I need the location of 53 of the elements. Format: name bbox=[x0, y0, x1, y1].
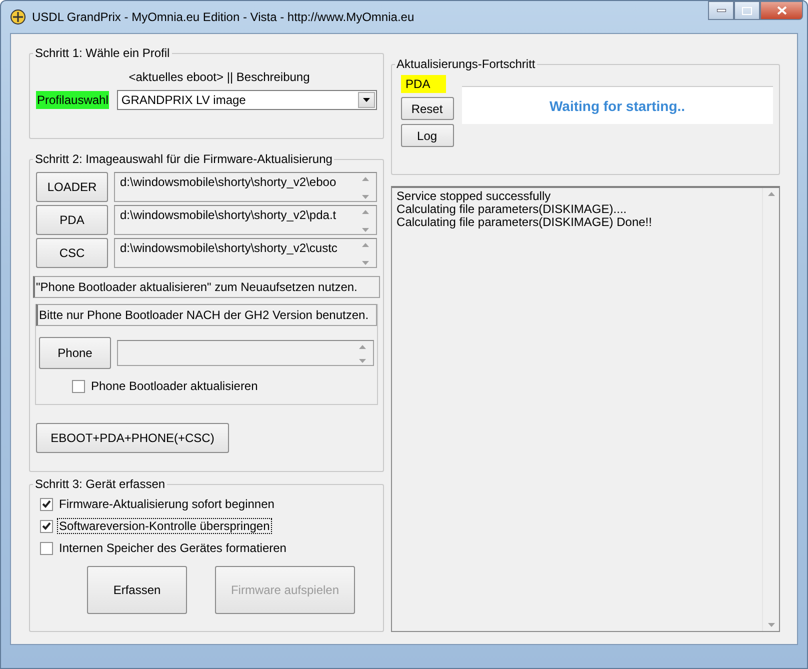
scroll-down-icon[interactable] bbox=[768, 623, 774, 627]
action-button[interactable]: Erfassen bbox=[87, 566, 187, 614]
flash-all-button[interactable]: EBOOT+PDA+PHONE(+CSC) bbox=[36, 423, 229, 453]
image-path-field[interactable]: d:\windowsmobile\shorty\shorty_v2\custc bbox=[114, 238, 377, 268]
scroll-up-icon[interactable] bbox=[768, 192, 774, 196]
scroll-down-icon[interactable] bbox=[362, 261, 369, 265]
minimize-icon bbox=[716, 9, 726, 12]
minimize-button[interactable] bbox=[708, 1, 734, 20]
image-select-button[interactable]: CSC bbox=[36, 238, 108, 268]
image-select-button[interactable]: PDA bbox=[36, 205, 108, 235]
scroll-down-icon[interactable] bbox=[362, 195, 369, 199]
checkbox[interactable] bbox=[40, 542, 53, 554]
group-title: Schritt 3: Gerät erfassen bbox=[34, 477, 166, 491]
group-title: Schritt 1: Wähle ein Profil bbox=[34, 46, 171, 60]
log-line: Calculating file parameters(DISKIMAGE) Done!! bbox=[396, 216, 652, 229]
log-line: Calculating file parameters(DISKIMAGE).... bbox=[396, 203, 627, 216]
status-display: Waiting for starting.. bbox=[462, 86, 773, 124]
log-line: Service stopped successfully bbox=[396, 190, 551, 203]
checkbox[interactable] bbox=[40, 520, 53, 532]
scroll-up-icon[interactable] bbox=[362, 177, 369, 181]
app-icon bbox=[10, 9, 26, 25]
scroll-up-icon[interactable] bbox=[358, 345, 366, 349]
checkbox-label[interactable]: Internen Speicher des Gerätes formatieren bbox=[58, 541, 288, 555]
progress-button[interactable]: Log bbox=[400, 124, 454, 147]
group-title: Aktualisierungs-Fortschritt bbox=[396, 57, 536, 71]
maximize-button[interactable] bbox=[734, 1, 760, 20]
window-title: USDL GrandPrix - MyOmnia.eu Edition - Vista - http://www.MyOmnia.eu bbox=[32, 10, 416, 24]
image-path-field[interactable]: d:\windowsmobile\shorty\shorty_v2\eboo bbox=[114, 172, 377, 202]
scroll-down-icon[interactable] bbox=[362, 228, 369, 232]
image-path-field[interactable]: d:\windowsmobile\shorty\shorty_v2\pda.t bbox=[114, 205, 377, 235]
close-icon bbox=[776, 6, 786, 15]
checkmark-icon bbox=[42, 500, 51, 508]
scroll-up-icon[interactable] bbox=[362, 243, 369, 247]
checkmark-icon bbox=[42, 522, 51, 530]
checkbox-label[interactable]: Firmware-Aktualisierung sofort beginnen bbox=[58, 497, 276, 511]
image-select-button[interactable]: LOADER bbox=[36, 172, 108, 202]
phone-path-field[interactable] bbox=[117, 340, 374, 366]
close-button[interactable] bbox=[760, 1, 803, 20]
progress-button[interactable]: Reset bbox=[400, 97, 454, 120]
checkbox-label[interactable]: Phone Bootloader aktualisieren bbox=[90, 379, 259, 393]
maximize-icon bbox=[742, 6, 752, 14]
dropdown-arrow-icon[interactable] bbox=[362, 98, 370, 102]
stage-label: PDA bbox=[400, 75, 446, 93]
column-header-text: <aktuelles eboot> || Beschreibung bbox=[128, 70, 310, 84]
scroll-up-icon[interactable] bbox=[362, 210, 369, 214]
checkbox[interactable] bbox=[40, 498, 53, 510]
phone-select-button[interactable]: Phone bbox=[39, 337, 111, 369]
profile-label: Profilauswahl bbox=[36, 91, 110, 109]
group-title: Schritt 2: Imageauswahl für die Firmware-Aktualisierung bbox=[34, 152, 334, 166]
checkbox[interactable] bbox=[72, 380, 85, 392]
checkbox-label[interactable]: Softwareversion-Kontrolle überspringen bbox=[58, 519, 271, 533]
profile-dropdown[interactable]: GRANDPRIX LV image bbox=[117, 90, 377, 110]
scroll-down-icon[interactable] bbox=[358, 359, 366, 363]
